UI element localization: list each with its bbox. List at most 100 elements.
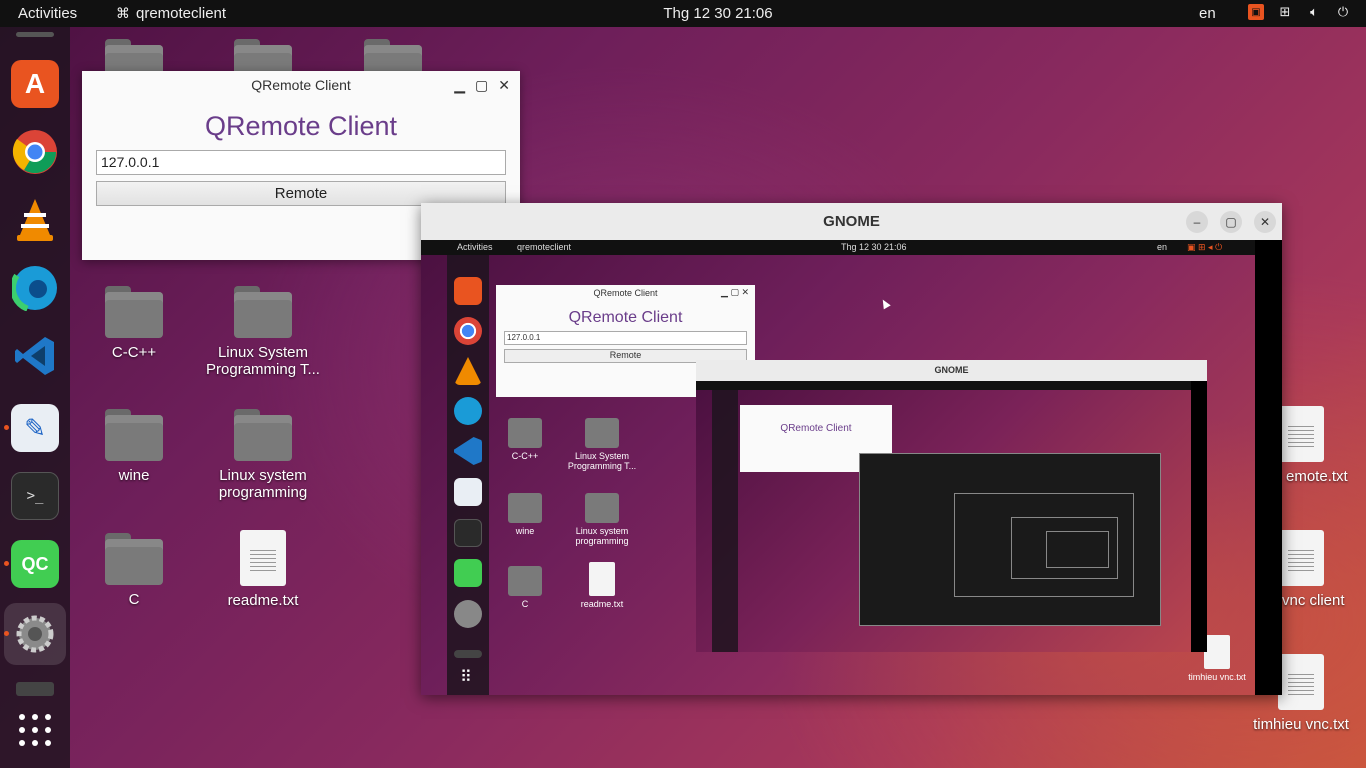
dock-vscode[interactable] [11, 332, 59, 380]
app-grid-icon [19, 714, 51, 746]
desktop-item-label: C-C++ [111, 344, 157, 361]
top-bar: Activities ⌘ qremoteclient Thg 12 30 21:… [0, 0, 1366, 27]
remote-desktop-item: Linux System Programming T... [562, 418, 642, 471]
qt-creator-icon: QC [21, 553, 49, 574]
desktop-item-linux-system-programming-t[interactable]: Linux System Programming T... [198, 286, 328, 378]
remote-app-heading: QRemote Client [568, 309, 683, 326]
remote-tray-icons: ▣ ⊞ ◂ ⏻ [1187, 242, 1223, 252]
window-controls: ▁ ▢ ✕ [454, 77, 510, 94]
maximize-icon[interactable]: ▢ [1220, 211, 1242, 233]
dock-scroll-indicator [16, 32, 54, 37]
screen-share-icon[interactable]: ▣ [1248, 4, 1264, 20]
minimize-icon[interactable]: – [1186, 211, 1208, 233]
text-file-icon [240, 530, 286, 586]
vlc-icon [454, 357, 482, 385]
minimize-icon[interactable]: ▁ [454, 77, 465, 94]
terminal-icon [454, 519, 482, 547]
dock-qt-creator[interactable]: QC [11, 540, 59, 588]
app-center-icon [454, 277, 482, 305]
dock-vlc[interactable] [11, 196, 59, 244]
remote-ip-input: 127.0.0.1 [504, 331, 747, 345]
volume-icon[interactable]: 🔈︎ [1306, 4, 1322, 20]
network-icon[interactable]: ⊞ [1277, 4, 1293, 20]
edge-icon [454, 397, 482, 425]
folder-icon [234, 409, 292, 461]
folder-icon [105, 286, 163, 338]
nested-window-title: GNOME [696, 360, 1207, 381]
nested-remote-screen: QRemote Client [696, 381, 1191, 652]
remote-screen[interactable]: Activities qremoteclient Thg 12 30 21:06… [421, 240, 1255, 695]
desktop-item-readme[interactable]: readme.txt [198, 530, 328, 609]
dock-edge[interactable] [11, 264, 59, 312]
power-icon[interactable]: ⏻ [1335, 4, 1351, 20]
mouse-cursor-icon [879, 297, 891, 310]
dock: A ✎ >_ QC [0, 27, 70, 768]
chrome-icon [12, 130, 57, 174]
dock-terminal[interactable]: >_ [11, 472, 59, 520]
dock-item-partial[interactable] [16, 682, 54, 696]
remote-dock: ⠿ [447, 255, 489, 695]
clock[interactable]: Thg 12 30 21:06 [0, 5, 1366, 22]
desktop-item-wine[interactable]: wine [69, 409, 199, 484]
desktop-item-c[interactable]: C [69, 533, 199, 608]
chrome-icon [454, 317, 482, 345]
text-file-icon [1278, 406, 1324, 462]
close-icon[interactable]: ✕ [1254, 211, 1276, 233]
vlc-icon [17, 199, 53, 241]
show-apps-button[interactable] [18, 713, 52, 752]
app-grid-icon: ⠿ [460, 669, 472, 686]
close-icon[interactable]: ✕ [498, 77, 510, 94]
qt-creator-icon [454, 559, 482, 587]
app-center-icon: A [24, 68, 46, 99]
remote-desktop-item: C [485, 566, 565, 609]
nested-qremote-heading: QRemote Client [780, 423, 852, 434]
remote-desktop-item-label: Linux System Programming T... [567, 451, 637, 471]
running-indicator [4, 425, 9, 430]
remote-desktop-item-label: wine [515, 526, 535, 536]
dock-text-editor[interactable]: ✎ [11, 404, 59, 452]
dock-settings[interactable] [11, 610, 59, 658]
remote-desktop-item-label: C [521, 599, 529, 609]
remote-desktop-item: wine [485, 493, 565, 536]
ip-address-input[interactable]: 127.0.0.1 [96, 150, 506, 175]
folder-icon [234, 286, 292, 338]
maximize-icon[interactable]: ▢ [475, 77, 488, 94]
gnome-viewer-window: GNOME – ▢ ✕ Activities qremoteclient Thg… [421, 203, 1282, 695]
dock-chrome[interactable] [11, 128, 59, 176]
text-file-icon [1278, 654, 1324, 710]
remote-desktop-item-label: C-C++ [511, 451, 539, 461]
desktop-item-label: timhieu vnc.txt [1253, 716, 1349, 733]
folder-icon [105, 533, 163, 585]
running-indicator [4, 631, 9, 636]
remote-desktop-item: readme.txt [562, 562, 642, 609]
settings-icon [454, 600, 482, 628]
nested-gnome-window: GNOME QRemote Client [696, 360, 1207, 652]
folder-icon [105, 409, 163, 461]
app-heading: QRemote Client [204, 111, 398, 141]
window-header: GNOME – ▢ ✕ [421, 203, 1282, 240]
dock-app-center[interactable]: A [11, 60, 59, 108]
remote-activities: Activities [457, 242, 493, 252]
desktop-item-label: Linux System Programming T... [206, 344, 320, 378]
remote-desktop-item: C-C++ [485, 418, 565, 461]
system-tray[interactable]: ▣ ⊞ 🔈︎ ⏻ [1248, 4, 1351, 20]
desktop-item-linux-system-programming[interactable]: Linux system programming [198, 409, 328, 501]
remote-lang: en [1157, 242, 1168, 252]
remote-window-controls: ▁ ▢ ✕ [721, 287, 749, 297]
remote-desktop-item-label: readme.txt [580, 599, 624, 609]
language-indicator[interactable]: en [1199, 5, 1216, 22]
desktop-item-label: wine [118, 467, 150, 484]
window-title: GNOME [823, 213, 880, 230]
desktop-item-label: Linux system programming [218, 467, 308, 501]
text-editor-icon [454, 478, 482, 506]
terminal-icon: >_ [26, 488, 44, 504]
edge-icon [12, 265, 58, 311]
remote-desktop-item: Linux system programming [562, 493, 642, 546]
desktop-item-c-cpp[interactable]: C-C++ [69, 286, 199, 361]
desktop-item-label: C [128, 591, 140, 608]
desktop-item-label: readme.txt [227, 592, 299, 609]
vscode-icon [454, 437, 482, 465]
remote-desktop-item-label: Linux system programming [575, 526, 629, 546]
remote-clock: Thg 12 30 21:06 [841, 242, 907, 252]
text-editor-icon: ✎ [24, 412, 46, 443]
